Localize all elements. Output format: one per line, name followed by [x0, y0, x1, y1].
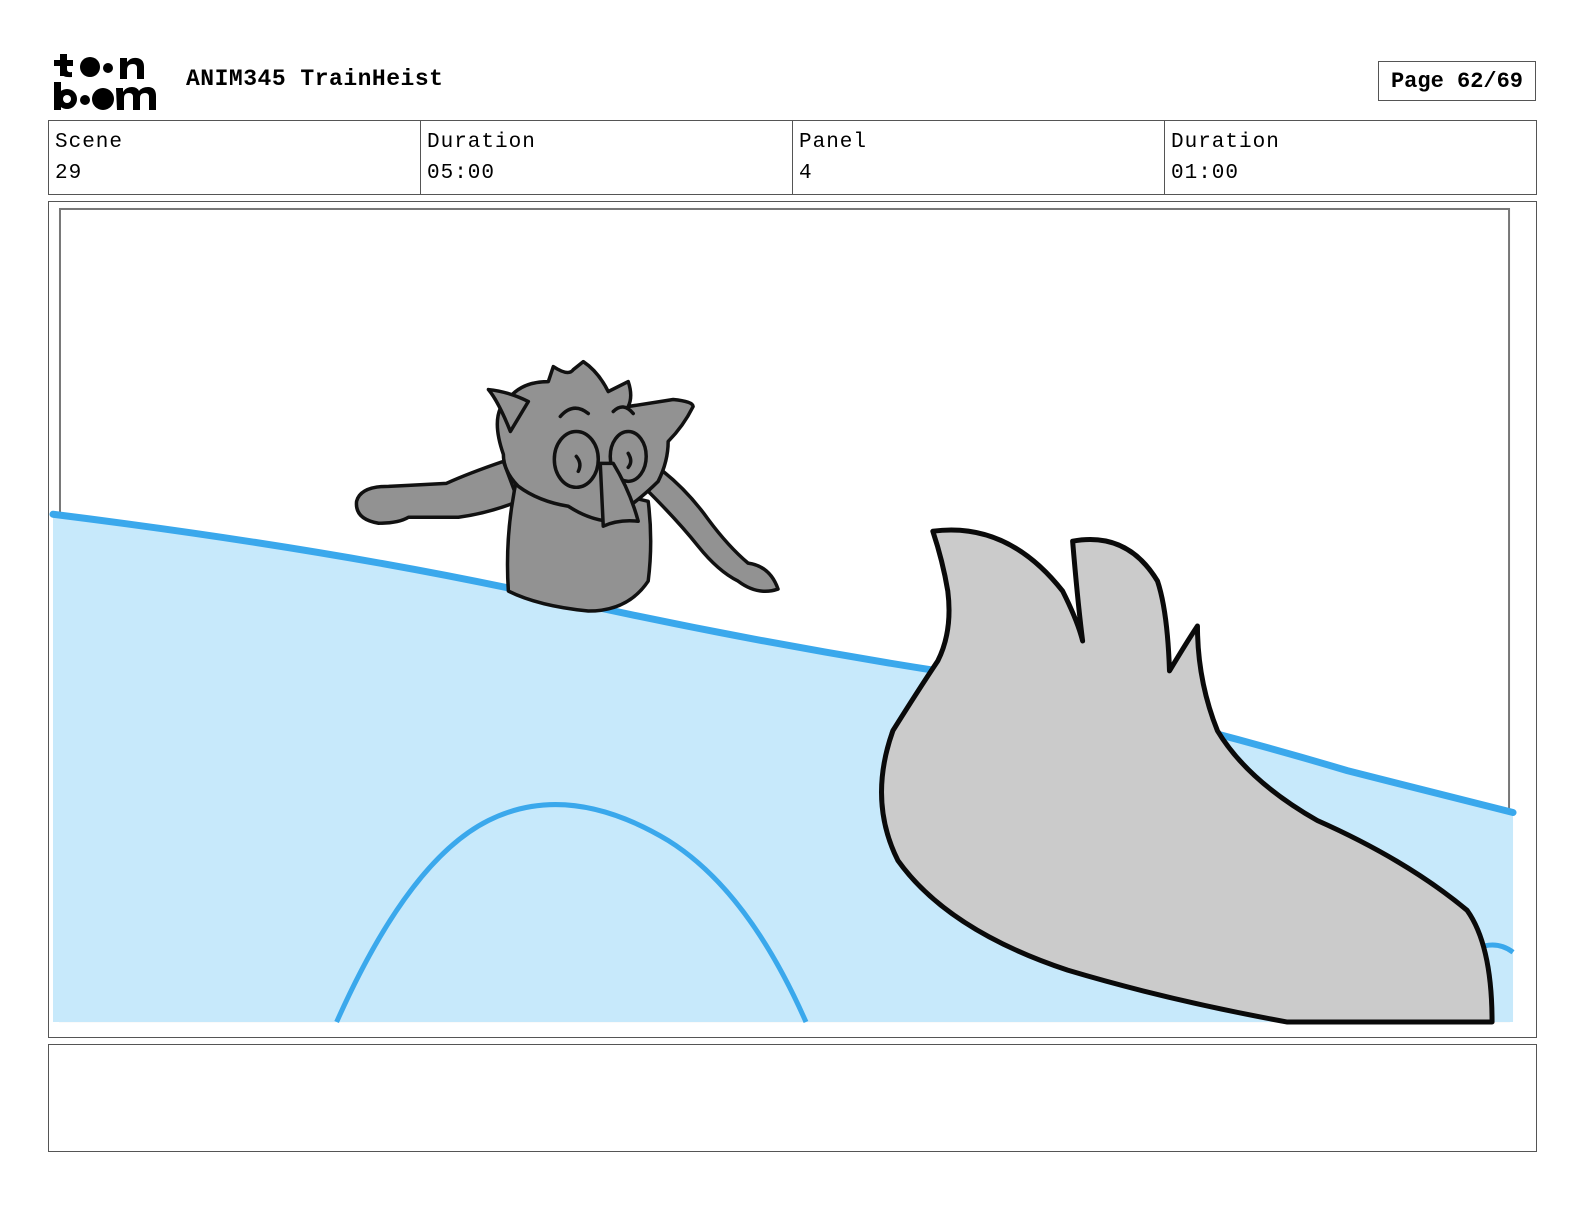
scene-duration-label: Duration	[427, 131, 536, 154]
scene-duration-cell: Duration 05:00	[421, 121, 793, 194]
panel-duration-label: Duration	[1171, 131, 1280, 154]
panel-notes-box	[48, 1044, 1537, 1152]
panel-value: 4	[799, 162, 813, 185]
project-title: ANIM345 TrainHeist	[186, 66, 444, 92]
panel-label: Panel	[799, 131, 868, 154]
scene-value: 29	[55, 162, 83, 185]
storyboard-panel	[48, 201, 1537, 1038]
panel-cell: Panel 4	[793, 121, 1165, 194]
scene-info-table: Scene 29 Duration 05:00 Panel 4 Duration…	[48, 120, 1537, 195]
scene-cell: Scene 29	[49, 121, 421, 194]
panel-duration-cell: Duration 01:00	[1165, 121, 1536, 194]
panel-drawing	[49, 207, 1517, 1025]
panel-duration-value: 01:00	[1171, 162, 1240, 185]
scene-duration-value: 05:00	[427, 162, 496, 185]
scene-label: Scene	[55, 131, 124, 154]
page-number: Page 62/69	[1378, 61, 1536, 101]
toon-boom-logo	[54, 54, 156, 110]
